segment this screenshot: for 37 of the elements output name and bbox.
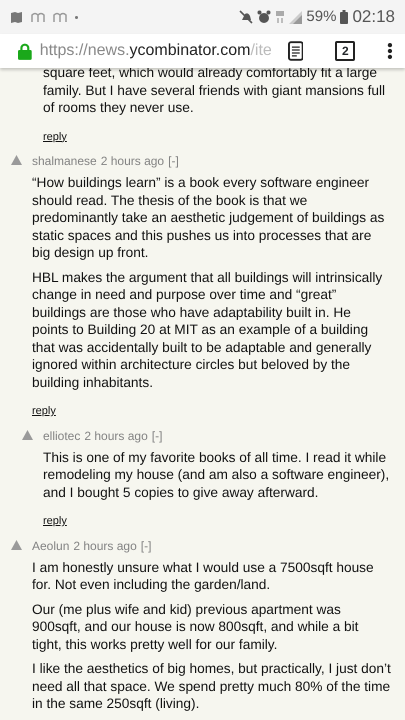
timestamp-link[interactable]: 2 hours ago [73,536,137,554]
clock: 02:18 [352,6,395,28]
username-link[interactable]: shalmanese [32,152,97,170]
comment-text: HBL makes the argument that all buildings will intrinsically change in need and purpose over time and “great” buildings are those who have adaptability built in. He points to Building 20 at MIT as an example of a building that was accidentally built to be adaptable and generally ignored within architecture circles but beloved by the building inhabitants. [32,268,384,391]
url-field[interactable]: https://news.ycombinator.com/ite [40,39,272,63]
username-link[interactable]: elliotec [43,426,80,444]
battery-icon [340,10,348,24]
upvote-icon[interactable] [10,540,22,550]
upvote-icon[interactable] [10,155,22,165]
notification-icon [53,12,67,22]
comment-text: I am honestly unsure what I would use a 7500sqft house for. Not even including the garden/land. [32,558,375,594]
dot-icon [75,16,78,18]
mute-icon [239,10,254,24]
upvote-icon[interactable] [22,430,32,440]
notification-icon [31,12,45,22]
alarm-icon [257,10,272,24]
username-link[interactable]: Aeolun [32,536,70,554]
reply-link[interactable]: reply [43,513,67,530]
timestamp-link[interactable]: 2 hours ago [84,426,148,444]
map-icon [10,10,23,24]
lock-icon [18,42,32,60]
collapse-toggle[interactable]: [-] [140,536,152,554]
signal-icon [289,10,302,24]
comment-text: “How buildings learn” is a book every software engineer should read. The thesis of the book is that we predominantly take an aesthetic judgement of buildings as static spaces and this pushes us into processes that are big design up front. [32,174,386,262]
battery-level: 59% [306,6,336,27]
comment-text: I like the aesthetics of big homes, but practically, I just don’t need all that space. We spend pretty much 80% of the time in the same 250sqft (living). [32,660,391,712]
reader-mode-icon[interactable] [288,41,304,61]
tab-count-button[interactable]: 2 [335,41,356,61]
reply-link[interactable]: reply [43,128,67,145]
comment-text: Our (me plus wife and kid) previous apartment was 900sqft, and our house is now 800sqft, and while a bit tight, this works pretty well for our family. [32,600,360,653]
reply-link[interactable]: reply [32,403,56,420]
network-icon [275,10,286,24]
collapse-toggle[interactable]: [-] [152,426,162,444]
menu-icon[interactable] [387,42,393,60]
comment-text: This is one of my favorite books of all time. I read it while remodeling my house (and am also a software engineer), and I bought 5 copies to give away afterward. [43,448,390,501]
collapse-toggle[interactable]: [-] [168,152,179,170]
timestamp-link[interactable]: 2 hours ago [100,152,164,170]
